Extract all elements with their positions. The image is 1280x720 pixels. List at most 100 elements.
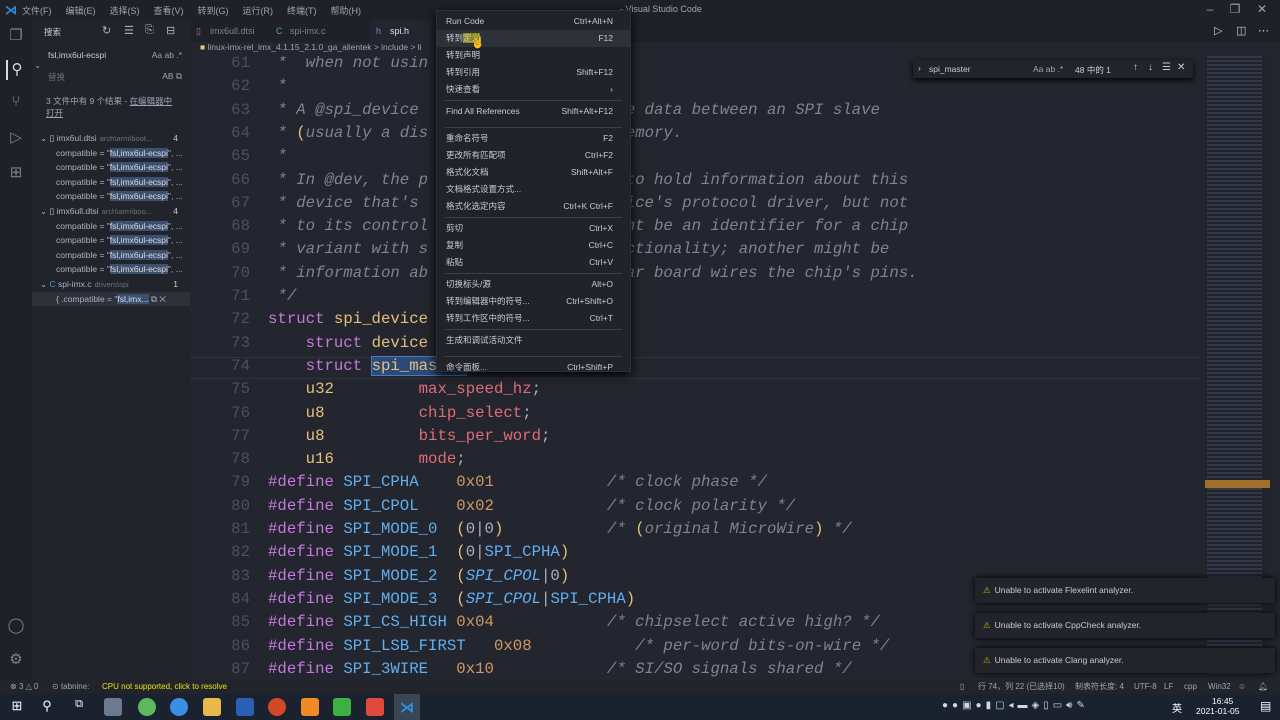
collapse-all-icon[interactable]: ⊟ [166, 24, 175, 37]
menu-item[interactable]: 格式化选定内容 Ctrl+K Ctrl+F [437, 198, 630, 215]
encoding[interactable]: UTF-8 [1134, 680, 1157, 694]
result-match[interactable]: compatible = "fsl,imx6ul-ecspi", ... [32, 248, 190, 263]
close-find-icon[interactable]: ✕ [1177, 62, 1185, 73]
result-match[interactable]: compatible = "fsl,imx6ul-ecspi", ... [32, 262, 190, 277]
menu-item[interactable]: 转到声明 [437, 47, 630, 64]
settings-gear-icon[interactable]: ⚙ [6, 650, 26, 670]
toggle-replace-chevron-icon[interactable]: ⌄ [34, 60, 41, 71]
app-blue-icon[interactable] [170, 698, 188, 716]
ime-indicator[interactable]: 英 [1172, 700, 1182, 715]
menu-item[interactable]: 更改所有匹配项 Ctrl+F2 [437, 147, 630, 164]
menu-item[interactable]: Find All References Shift+Alt+F12 [437, 103, 630, 120]
taskbar-search-icon[interactable]: ⚲ [38, 698, 56, 716]
menu-item[interactable]: Run Code Ctrl+Alt+N [437, 13, 630, 30]
notifications-bell-icon[interactable]: 🔔︎ [1258, 680, 1268, 694]
menu-item[interactable]: 转到引用 Shift+F12 [437, 64, 630, 81]
clock-time[interactable]: 16:45 [1212, 696, 1233, 706]
platform[interactable]: Win32 [1208, 680, 1231, 694]
app-c-green-icon[interactable] [333, 698, 351, 716]
tab-spi-imx-c[interactable]: Cspi-imx.c [270, 20, 370, 42]
menu-6[interactable]: 终端(T) [287, 4, 317, 17]
result-match[interactable]: compatible = "fsl,imx6ul-ecspi", ... [32, 175, 190, 190]
menu-1[interactable]: 编辑(E) [66, 4, 96, 17]
feedback-icon[interactable]: ☺ [1238, 680, 1246, 694]
menu-2[interactable]: 选择(S) [110, 4, 140, 17]
account-icon[interactable]: ◯ [6, 616, 26, 636]
match-case-icon[interactable]: Aa ab .* [152, 50, 182, 60]
replace-all-icon[interactable]: AB ⧉ [162, 71, 182, 82]
app-c-red-icon[interactable] [366, 698, 384, 716]
result-match[interactable]: compatible = "fsl,imx6ul-ecspi", ... [32, 219, 190, 234]
notification-toast[interactable]: ⚠ Unable to activate CppCheck analyzer. [975, 613, 1275, 638]
windows-start-icon[interactable]: ⊞ [8, 698, 26, 716]
run-debug-icon[interactable]: ▷ [6, 128, 26, 148]
split-editor-icon[interactable]: ◫ [1236, 24, 1246, 37]
cursor-position[interactable]: 行 74，列 22 (已选择10) [978, 680, 1065, 694]
menu-3[interactable]: 查看(V) [154, 4, 184, 17]
result-file[interactable]: ⌄ C spi-imx.c drivers\spi 1 [32, 277, 190, 292]
search-icon[interactable]: ⚲ [6, 60, 26, 80]
result-match[interactable]: compatible = "fsl,imx6ul-ecspi", ... [32, 233, 190, 248]
previous-match-icon[interactable]: ↑ [1133, 62, 1138, 73]
find-options-icon[interactable]: Aa ab .* [1033, 64, 1063, 74]
menu-item[interactable]: 复制 Ctrl+C [437, 237, 630, 254]
explorer-icon[interactable]: ❐ [6, 26, 26, 46]
menu-item[interactable]: 转到定义 ☝ F12 [437, 30, 630, 49]
problems-status[interactable]: ⊗ 3 △ 0 [10, 680, 38, 694]
menu-item[interactable]: 转到编辑器中的符号... Ctrl+Shift+O [437, 293, 630, 310]
find-in-selection-icon[interactable]: ☰ [1162, 62, 1171, 73]
tab-imx6ull-dtsi[interactable]: ▯ imx6ull.dtsi [190, 20, 270, 42]
result-file[interactable]: ⌄ ▯ imx6ul.dtsi arch\arm\boot... 4 [32, 131, 190, 146]
cpu-warning-link[interactable]: CPU not supported, click to resolve [102, 680, 227, 694]
clipboard-icon[interactable]: ▯ [960, 680, 964, 694]
close-window-button[interactable]: ✕ [1252, 2, 1272, 16]
word-icon[interactable] [236, 698, 254, 716]
notification-toast[interactable]: ⚠ Unable to activate Clang analyzer. [975, 648, 1275, 673]
menu-0[interactable]: 文件(F) [22, 4, 52, 17]
toggle-replace-icon[interactable]: › [918, 63, 921, 73]
camera-app-icon[interactable] [104, 698, 122, 716]
tab-spi-h[interactable]: hspi.h✕ [370, 20, 460, 42]
powerpoint-icon[interactable] [268, 698, 286, 716]
find-input[interactable]: spi_master [929, 64, 971, 74]
replace-input[interactable]: 替换 AB ⧉ [44, 68, 186, 84]
clock-date[interactable]: 2021-01-05 [1196, 706, 1239, 716]
refresh-icon[interactable]: ↻ [102, 24, 111, 37]
clear-results-icon[interactable]: ☰ [124, 24, 134, 37]
app-green-icon[interactable] [138, 698, 156, 716]
result-match[interactable]: { .compatible = "fsl,imx... ⧉ ✕ [32, 291, 190, 307]
menu-item[interactable]: 剪切 Ctrl+X [437, 220, 630, 237]
restore-button[interactable]: ❐ [1225, 2, 1245, 16]
replace-icon[interactable]: ⧉ ✕ [149, 294, 166, 304]
search-input[interactable]: fsl,imx6ul-ecspi Aa ab .* [44, 47, 186, 63]
result-file[interactable]: ⌄ ▯ imx6ull.dtsi arch\arm\boo... 4 [32, 204, 190, 219]
menu-item[interactable]: 快速查看 › [437, 81, 630, 98]
result-match[interactable]: compatible = "fsl,imx6ul-ecspi", ... [32, 189, 190, 204]
task-view-icon[interactable]: ⧉ [70, 698, 88, 716]
more-actions-icon[interactable]: ⋯ [1258, 24, 1269, 37]
menu-4[interactable]: 转到(G) [198, 4, 229, 17]
tab-size[interactable]: 制表符长度: 4 [1075, 680, 1124, 694]
menu-item[interactable]: 命令面板... Ctrl+Shift+P [437, 359, 630, 376]
source-control-icon[interactable]: ⑂ [6, 93, 26, 113]
action-center-icon[interactable]: ▤ [1260, 699, 1271, 713]
menu-item[interactable]: 格式化文档 Shift+Alt+F [437, 164, 630, 181]
language-mode[interactable]: cpp [1184, 680, 1197, 694]
end-of-line[interactable]: LF [1164, 680, 1173, 694]
menu-7[interactable]: 帮助(H) [331, 4, 362, 17]
run-icon[interactable]: ▷ [1214, 24, 1222, 37]
menu-item[interactable]: 粘贴 Ctrl+V [437, 254, 630, 271]
result-match[interactable]: compatible = "fsl,imx6ul-ecspi", ... [32, 160, 190, 175]
vscode-taskbar-icon[interactable]: ⋊ [394, 694, 420, 720]
menu-item[interactable]: 转到工作区中的符号... Ctrl+T [437, 310, 630, 327]
menu-item[interactable]: 生成和调试活动文件 [437, 332, 630, 349]
system-tray-icons[interactable]: ●●▣●▮▢◂▬◈▯▭🔊︎✎ [942, 700, 1089, 711]
tabnine-status[interactable]: ⊙ tabnine: [52, 680, 89, 694]
breadcrumb[interactable]: ■ linux-imx-rel_imx_4.1.15_2.1.0_ga_alie… [200, 42, 422, 52]
menu-item[interactable]: 文档格式设置方式... [437, 181, 630, 198]
app-orange-icon[interactable] [301, 698, 319, 716]
next-match-icon[interactable]: ↓ [1148, 62, 1153, 73]
menu-item[interactable]: 切换标头/源 Alt+O [437, 276, 630, 293]
new-search-editor-icon[interactable]: ⎘ [145, 24, 154, 37]
result-match[interactable]: compatible = "fsl,imx6ul-ecspi", ... [32, 146, 190, 161]
